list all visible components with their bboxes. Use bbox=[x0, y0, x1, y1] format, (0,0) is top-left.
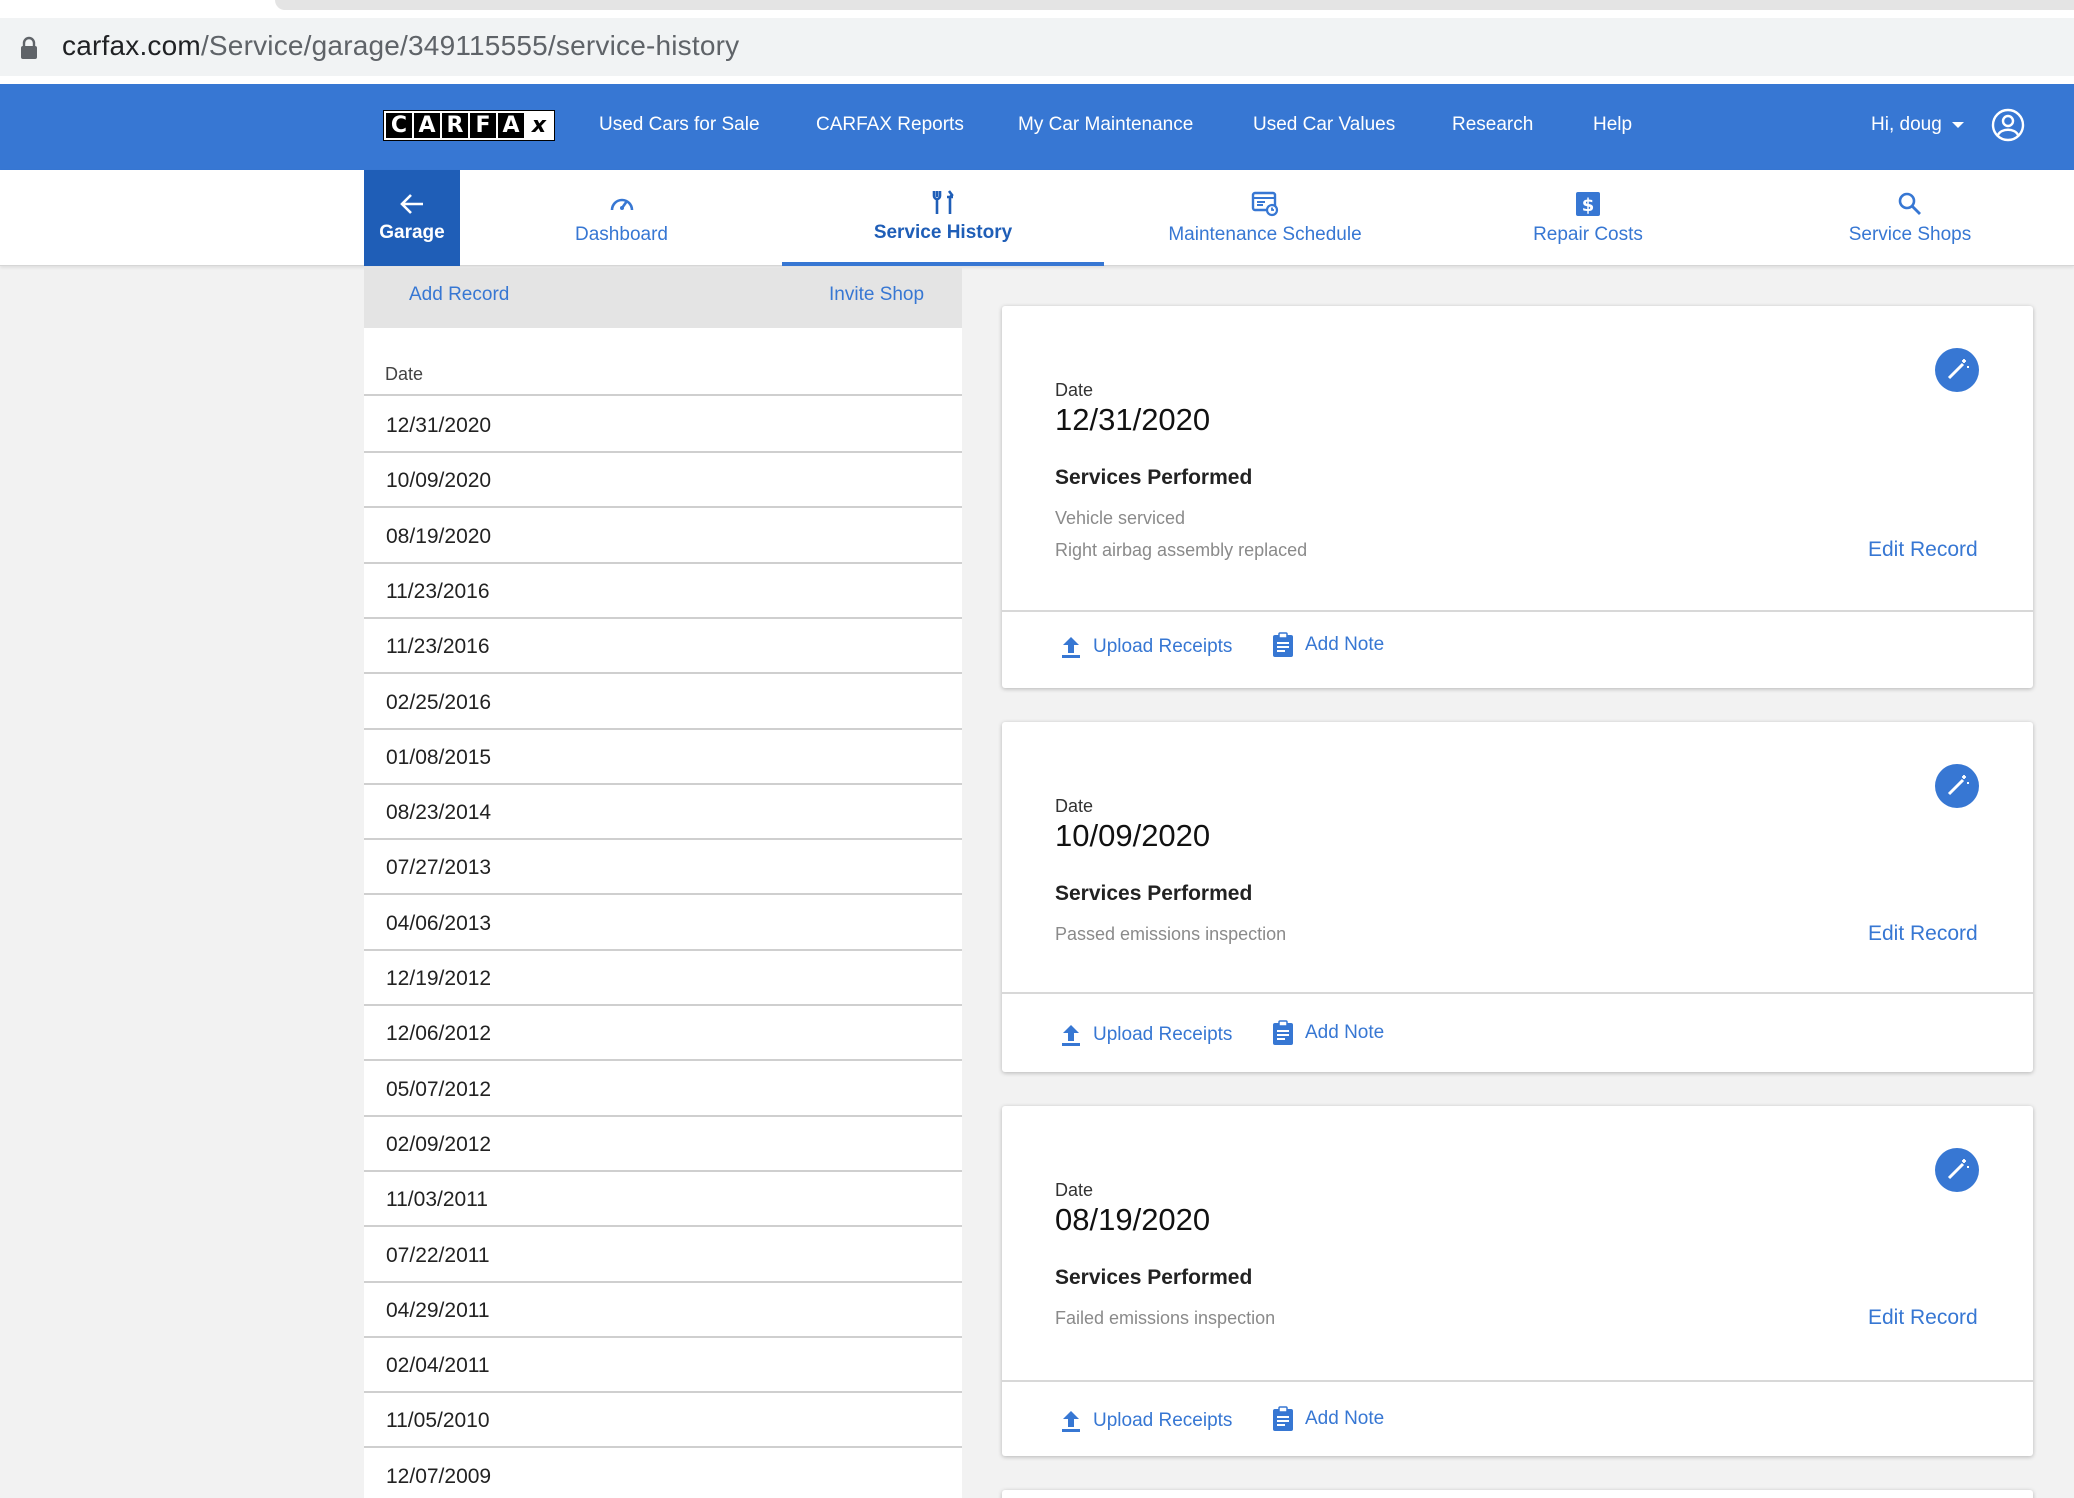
tab-maintenance-schedule[interactable]: Maintenance Schedule bbox=[1140, 170, 1390, 266]
edit-record-button[interactable]: Edit Record bbox=[1868, 538, 1978, 562]
nav-help[interactable]: Help bbox=[1593, 114, 1632, 136]
service-item: Failed emissions inspection bbox=[1055, 1308, 1276, 1328]
record-date: 08/19/2020 bbox=[1055, 1202, 1211, 1237]
record-date: 12/31/2020 bbox=[1055, 402, 1211, 437]
date-list-item[interactable]: 12/06/2012 bbox=[364, 1006, 962, 1062]
upload-receipts-button[interactable]: Upload Receipts bbox=[1059, 1022, 1232, 1048]
services-performed-label: Services Performed bbox=[1055, 1266, 1253, 1289]
date-list-item[interactable]: 11/05/2010 bbox=[364, 1393, 962, 1449]
tab-label: Maintenance Schedule bbox=[1168, 224, 1362, 245]
magic-wand-icon[interactable] bbox=[1935, 1148, 1979, 1192]
upload-icon bbox=[1062, 637, 1080, 658]
browser-tab-strip bbox=[275, 0, 2074, 10]
url-text[interactable]: carfax.com/Service/garage/349115555/serv… bbox=[62, 30, 739, 62]
date-list-item[interactable]: 11/23/2016 bbox=[364, 619, 962, 675]
date-list-item[interactable]: 11/03/2011 bbox=[364, 1172, 962, 1228]
add-note-button[interactable]: Add Note bbox=[1271, 1020, 1384, 1046]
carfax-logo[interactable]: CARFAx bbox=[383, 110, 555, 141]
service-item: Passed emissions inspection bbox=[1055, 924, 1287, 944]
clipboard-icon bbox=[1273, 632, 1293, 657]
record-date: 10/09/2020 bbox=[1055, 818, 1211, 853]
tab-label: Service Shops bbox=[1848, 224, 1972, 245]
speedometer-icon bbox=[610, 198, 633, 211]
upload-icon bbox=[1062, 1025, 1080, 1046]
service-item: Vehicle serviced bbox=[1055, 508, 1186, 528]
date-list-item[interactable]: 12/31/2020 bbox=[364, 398, 962, 453]
tab-label: Dashboard bbox=[575, 224, 668, 245]
user-greeting: Hi, doug bbox=[1871, 114, 1942, 135]
tab-repair-costs[interactable]: $ Repair Costs bbox=[1503, 170, 1673, 266]
tab-label: Service History bbox=[873, 222, 1013, 243]
date-list-item[interactable]: 10/09/2020 bbox=[364, 453, 962, 509]
upload-receipts-button[interactable]: Upload Receipts bbox=[1059, 634, 1232, 660]
nav-used-car-values[interactable]: Used Car Values bbox=[1253, 114, 1395, 136]
nav-used-cars-for-sale[interactable]: Used Cars for Sale bbox=[599, 114, 760, 136]
add-note-button[interactable]: Add Note bbox=[1271, 632, 1384, 658]
date-column-header: Date bbox=[364, 364, 962, 396]
service-record-card: Date 12/31/2020 Services Performed Vehic… bbox=[1002, 306, 2033, 688]
date-list-item[interactable]: 02/04/2011 bbox=[364, 1338, 962, 1394]
edit-record-button[interactable]: Edit Record bbox=[1868, 1306, 1978, 1330]
nav-my-car-maintenance[interactable]: My Car Maintenance bbox=[1018, 114, 1193, 136]
services-performed-label: Services Performed bbox=[1055, 882, 1253, 905]
invite-shop-button[interactable]: Invite Shop bbox=[829, 284, 924, 306]
add-record-button[interactable]: Add Record bbox=[409, 284, 509, 306]
date-list-item[interactable]: 01/08/2015 bbox=[364, 730, 962, 785]
browser-toolbar: carfax.com/Service/garage/349115555/serv… bbox=[0, 0, 2074, 84]
tools-icon bbox=[932, 190, 954, 214]
upload-icon bbox=[1062, 1411, 1080, 1432]
arrow-left-icon bbox=[400, 194, 423, 214]
dollar-icon: $ bbox=[1576, 192, 1600, 216]
record-date-label: Date bbox=[1055, 380, 1094, 400]
date-list-item[interactable]: 02/25/2016 bbox=[364, 675, 962, 730]
date-list-item[interactable]: 07/27/2013 bbox=[364, 840, 962, 896]
tab-label: Repair Costs bbox=[1533, 224, 1643, 245]
nav-research[interactable]: Research bbox=[1452, 114, 1533, 136]
nav-carfax-reports[interactable]: CARFAX Reports bbox=[816, 114, 964, 136]
service-item: Right airbag assembly replaced bbox=[1055, 540, 1308, 560]
service-record-card: Date 10/09/2020 Services Performed Passe… bbox=[1002, 722, 2033, 1072]
card-body bbox=[1002, 722, 2033, 994]
search-icon bbox=[1898, 192, 1921, 215]
date-list-item[interactable]: 07/22/2011 bbox=[364, 1228, 962, 1283]
svg-text:$: $ bbox=[1582, 195, 1595, 216]
upload-receipts-button[interactable]: Upload Receipts bbox=[1059, 1408, 1232, 1434]
date-list-item[interactable]: 08/23/2014 bbox=[364, 785, 962, 841]
service-record-card bbox=[1002, 1490, 2033, 1498]
date-list-item[interactable]: 04/06/2013 bbox=[364, 896, 962, 951]
add-note-button[interactable]: Add Note bbox=[1271, 1406, 1384, 1432]
schedule-icon bbox=[1251, 191, 1279, 217]
date-list-item[interactable]: 05/07/2012 bbox=[364, 1062, 962, 1117]
service-date-list: Date 12/31/2020 10/09/2020 08/19/2020 11/23… bbox=[364, 328, 962, 1498]
chevron-down-icon bbox=[1951, 122, 1964, 128]
date-list-item[interactable]: 04/29/2011 bbox=[364, 1283, 962, 1338]
clipboard-icon bbox=[1273, 1406, 1293, 1431]
date-list-item[interactable]: 11/23/2016 bbox=[364, 564, 962, 619]
date-list-item[interactable]: 12/07/2009 bbox=[364, 1449, 962, 1498]
clipboard-icon bbox=[1273, 1020, 1293, 1045]
magic-wand-icon[interactable] bbox=[1935, 764, 1979, 808]
tab-dashboard[interactable]: Dashboard bbox=[500, 170, 743, 266]
edit-record-button[interactable]: Edit Record bbox=[1868, 922, 1978, 946]
account-icon[interactable] bbox=[1991, 108, 2025, 142]
date-list-item[interactable]: 02/09/2012 bbox=[364, 1117, 962, 1172]
service-record-card: Date 08/19/2020 Services Performed Faile… bbox=[1002, 1106, 2033, 1456]
tab-service-shops[interactable]: Service Shops bbox=[1830, 170, 1990, 266]
user-menu[interactable]: Hi, doug bbox=[1871, 114, 1964, 136]
card-body bbox=[1002, 1106, 2033, 1382]
magic-wand-icon[interactable] bbox=[1935, 348, 1979, 392]
date-list-item[interactable]: 12/19/2012 bbox=[364, 951, 962, 1006]
record-date-label: Date bbox=[1055, 1180, 1094, 1200]
tab-service-history[interactable]: Service History bbox=[782, 170, 1104, 266]
card-body bbox=[1002, 306, 2033, 612]
record-date-label: Date bbox=[1055, 796, 1094, 816]
garage-label: Garage bbox=[379, 222, 445, 243]
date-list-item[interactable]: 08/19/2020 bbox=[364, 509, 962, 564]
garage-back-button[interactable]: Garage bbox=[364, 170, 460, 266]
lock-icon bbox=[21, 36, 37, 59]
services-performed-label: Services Performed bbox=[1055, 466, 1253, 489]
